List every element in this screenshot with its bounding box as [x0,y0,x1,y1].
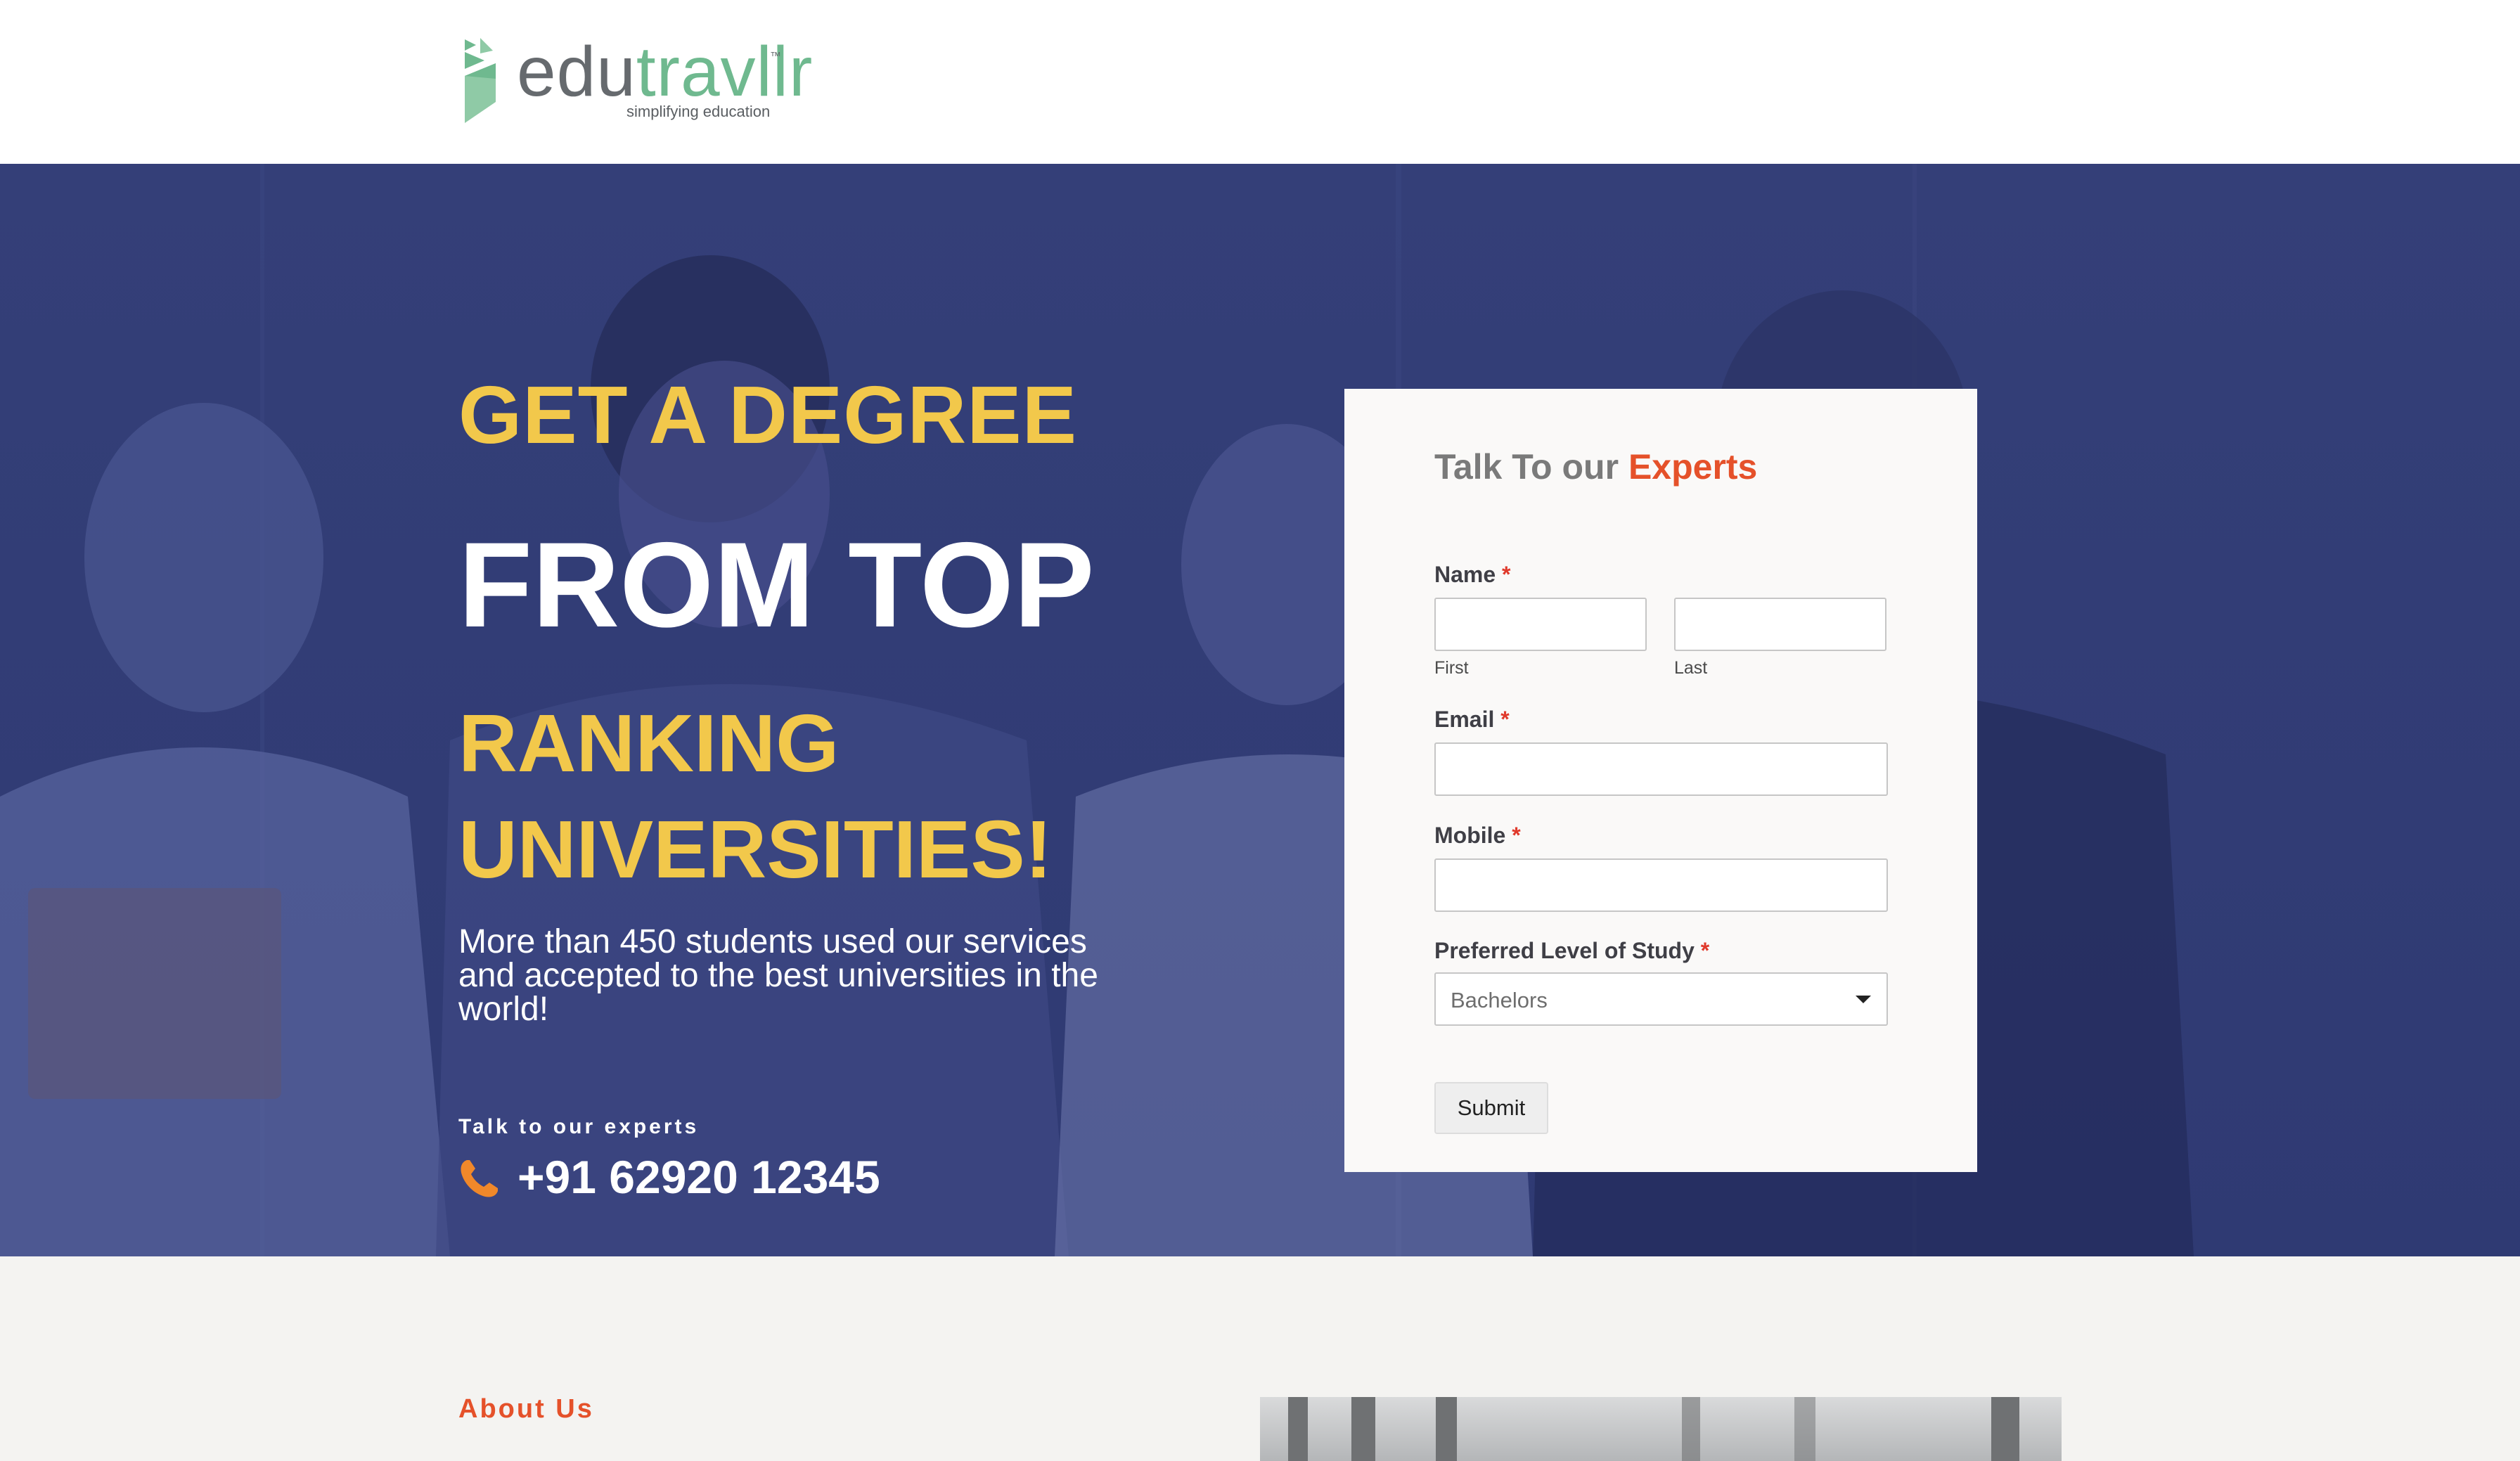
logo-tagline: simplifying education [626,103,771,120]
logo-mark-icon [465,38,496,123]
logo-word-edu: edu [517,32,636,111]
form-title-accent: Experts [1628,447,1758,487]
first-name-input[interactable] [1434,598,1647,651]
phone-icon [461,1160,498,1197]
site-logo[interactable]: edutravllr ™ simplifying education [461,35,812,127]
about-us-heading: About Us [458,1394,594,1424]
hero-section: GET A DEGREE FROM TOP RANKING UNIVERSITI… [0,164,2520,1256]
study-level-selected-value: Bachelors [1451,988,1548,1012]
hero-headline-line4: UNIVERSITIES! [458,804,1053,895]
mobile-input[interactable] [1434,858,1888,912]
required-mark: * [1700,938,1710,963]
image-column-shape [1794,1397,1815,1461]
image-column-shape [1436,1397,1457,1461]
last-name-input[interactable] [1674,598,1886,651]
study-level-label: Preferred Level of Study * [1434,938,1709,964]
study-level-select[interactable]: Bachelors [1434,972,1888,1026]
hero-headline-line2: FROM TOP [458,517,1095,652]
image-column-shape [1288,1397,1308,1461]
talk-to-experts-label: Talk to our experts [458,1115,700,1138]
hero-headline-line3: RANKING [458,697,840,789]
form-title-text: Talk To our [1434,447,1628,487]
logo-word-travllr: travllr [636,32,814,111]
image-column-shape [1682,1397,1700,1461]
required-mark: * [1500,707,1510,732]
about-us-image [1260,1397,2062,1461]
email-label: Email * [1434,707,1510,733]
mobile-label-text: Mobile [1434,823,1506,848]
email-input[interactable] [1434,742,1888,796]
email-label-text: Email [1434,707,1495,732]
first-sublabel: First [1434,658,1469,678]
name-label-text: Name [1434,562,1496,587]
phone-number-link[interactable]: +91 62920 12345 [518,1150,880,1204]
last-sublabel: Last [1674,658,1708,678]
image-column-shape [1991,1397,2019,1461]
contact-form-card: Talk To our Experts Name * First Last Em… [1344,389,1977,1172]
name-label: Name * [1434,562,1511,588]
image-column-shape [1351,1397,1375,1461]
hero-headline-line1: GET A DEGREE [458,369,1077,461]
logo-trademark: ™ [770,51,781,63]
required-mark: * [1502,562,1511,587]
mobile-label: Mobile * [1434,823,1521,849]
logo-wordmark: edutravllr [517,37,813,107]
form-title: Talk To our Experts [1434,446,1757,487]
site-header: edutravllr ™ simplifying education [0,0,2520,164]
hero-subtext: More than 450 students used our services… [458,923,1098,1028]
study-level-label-text: Preferred Level of Study [1434,938,1695,963]
chevron-down-icon [1856,996,1871,1003]
submit-button[interactable]: Submit [1434,1082,1548,1134]
hero-background-photo [0,164,2194,1256]
required-mark: * [1512,823,1521,848]
